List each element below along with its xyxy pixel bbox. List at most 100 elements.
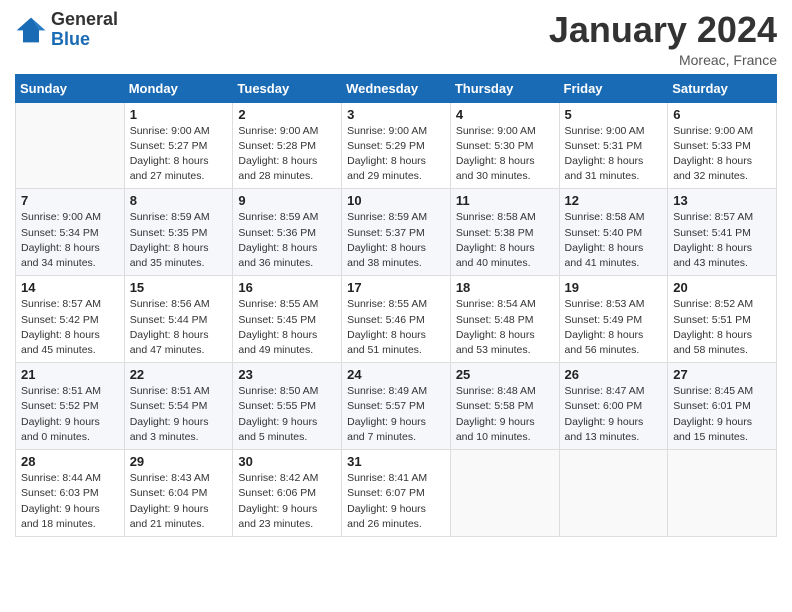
table-row: 22Sunrise: 8:51 AM Sunset: 5:54 PM Dayli… [124, 363, 233, 450]
day-info: Sunrise: 9:00 AM Sunset: 5:33 PM Dayligh… [673, 124, 771, 185]
daylight-text: Daylight: 9 hours and 3 minutes. [130, 416, 209, 443]
daylight-text: Daylight: 8 hours and 27 minutes. [130, 155, 209, 182]
logo: General Blue [15, 10, 118, 50]
table-row: 28Sunrise: 8:44 AM Sunset: 6:03 PM Dayli… [16, 450, 125, 537]
table-row: 4Sunrise: 9:00 AM Sunset: 5:30 PM Daylig… [450, 102, 559, 189]
sunrise-text: Sunrise: 9:00 AM [21, 211, 101, 223]
sunrise-text: Sunrise: 8:55 AM [238, 298, 318, 310]
col-saturday: Saturday [668, 74, 777, 102]
day-info: Sunrise: 9:00 AM Sunset: 5:27 PM Dayligh… [130, 124, 228, 185]
table-row: 9 Sunrise: 8:59 AM Sunset: 5:36 PM Daylig… [233, 189, 342, 276]
table-row: 5Sunrise: 9:00 AM Sunset: 5:31 PM Daylig… [559, 102, 668, 189]
daylight-text: Daylight: 9 hours and 13 minutes. [565, 416, 644, 443]
daylight-text: Daylight: 8 hours and 41 minutes. [565, 242, 644, 269]
sunset-text: Sunset: 5:34 PM [21, 227, 99, 239]
day-number: 9 [238, 193, 336, 208]
sunrise-text: Sunrise: 8:52 AM [673, 298, 753, 310]
table-row: 6Sunrise: 9:00 AM Sunset: 5:33 PM Daylig… [668, 102, 777, 189]
table-row: 20Sunrise: 8:52 AM Sunset: 5:51 PM Dayli… [668, 276, 777, 363]
daylight-text: Daylight: 8 hours and 45 minutes. [21, 329, 100, 356]
daylight-text: Daylight: 8 hours and 40 minutes. [456, 242, 535, 269]
calendar-week-row: 1 Sunrise: 9:00 AM Sunset: 5:27 PM Daylig… [16, 102, 777, 189]
calendar-header-row: Sunday Monday Tuesday Wednesday Thursday… [16, 74, 777, 102]
col-monday: Monday [124, 74, 233, 102]
sunrise-text: Sunrise: 9:00 AM [673, 125, 753, 137]
daylight-text: Daylight: 8 hours and 53 minutes. [456, 329, 535, 356]
sunrise-text: Sunrise: 9:00 AM [130, 125, 210, 137]
day-info: Sunrise: 8:42 AM Sunset: 6:06 PM Dayligh… [238, 471, 336, 532]
col-tuesday: Tuesday [233, 74, 342, 102]
day-number: 13 [673, 193, 771, 208]
day-info: Sunrise: 8:45 AM Sunset: 6:01 PM Dayligh… [673, 384, 771, 445]
table-row [668, 450, 777, 537]
table-row [16, 102, 125, 189]
header: General Blue January 2024 Moreac, France [15, 10, 777, 68]
sunset-text: Sunset: 6:03 PM [21, 487, 99, 499]
day-info: Sunrise: 8:59 AM Sunset: 5:36 PM Dayligh… [238, 210, 336, 271]
day-info: Sunrise: 8:54 AM Sunset: 5:48 PM Dayligh… [456, 297, 554, 358]
month-title: January 2024 [549, 10, 777, 50]
table-row: 23 Sunrise: 8:50 AM Sunset: 5:55 PM Dayli… [233, 363, 342, 450]
day-number: 30 [238, 454, 336, 469]
sunrise-text: Sunrise: 9:00 AM [456, 125, 536, 137]
title-block: January 2024 Moreac, France [549, 10, 777, 68]
daylight-text: Daylight: 9 hours and 10 minutes. [456, 416, 535, 443]
table-row: 11Sunrise: 8:58 AM Sunset: 5:38 PM Dayli… [450, 189, 559, 276]
day-number: 14 [21, 280, 119, 295]
day-info: Sunrise: 8:41 AM Sunset: 6:07 PM Dayligh… [347, 471, 445, 532]
daylight-text: Daylight: 9 hours and 23 minutes. [238, 503, 317, 530]
day-number: 12 [565, 193, 663, 208]
sunset-text: Sunset: 5:40 PM [565, 227, 643, 239]
sunrise-text: Sunrise: 8:58 AM [456, 211, 536, 223]
sunset-text: Sunset: 5:27 PM [130, 140, 208, 152]
day-number: 10 [347, 193, 445, 208]
table-row: 25 Sunrise: 8:48 AM Sunset: 5:58 PM Dayli… [450, 363, 559, 450]
table-row: 1 Sunrise: 9:00 AM Sunset: 5:27 PM Daylig… [124, 102, 233, 189]
daylight-text: Daylight: 8 hours and 29 minutes. [347, 155, 426, 182]
sunset-text: Sunset: 5:36 PM [238, 227, 316, 239]
sunrise-text: Sunrise: 8:49 AM [347, 385, 427, 397]
table-row: 29Sunrise: 8:43 AM Sunset: 6:04 PM Dayli… [124, 450, 233, 537]
daylight-text: Daylight: 9 hours and 21 minutes. [130, 503, 209, 530]
sunset-text: Sunset: 6:01 PM [673, 400, 751, 412]
calendar-week-row: 28Sunrise: 8:44 AM Sunset: 6:03 PM Dayli… [16, 450, 777, 537]
daylight-text: Daylight: 8 hours and 58 minutes. [673, 329, 752, 356]
day-info: Sunrise: 8:55 AM Sunset: 5:45 PM Dayligh… [238, 297, 336, 358]
day-number: 8 [130, 193, 228, 208]
day-info: Sunrise: 8:51 AM Sunset: 5:52 PM Dayligh… [21, 384, 119, 445]
sunset-text: Sunset: 5:48 PM [456, 314, 534, 326]
day-info: Sunrise: 8:49 AM Sunset: 5:57 PM Dayligh… [347, 384, 445, 445]
day-number: 18 [456, 280, 554, 295]
sunrise-text: Sunrise: 8:47 AM [565, 385, 645, 397]
sunset-text: Sunset: 5:46 PM [347, 314, 425, 326]
calendar-week-row: 14Sunrise: 8:57 AM Sunset: 5:42 PM Dayli… [16, 276, 777, 363]
day-number: 4 [456, 107, 554, 122]
day-number: 1 [130, 107, 228, 122]
sunrise-text: Sunrise: 9:00 AM [347, 125, 427, 137]
daylight-text: Daylight: 8 hours and 43 minutes. [673, 242, 752, 269]
sunrise-text: Sunrise: 8:59 AM [130, 211, 210, 223]
daylight-text: Daylight: 8 hours and 32 minutes. [673, 155, 752, 182]
sunrise-text: Sunrise: 8:59 AM [238, 211, 318, 223]
day-info: Sunrise: 8:53 AM Sunset: 5:49 PM Dayligh… [565, 297, 663, 358]
day-number: 25 [456, 367, 554, 382]
daylight-text: Daylight: 9 hours and 15 minutes. [673, 416, 752, 443]
sunrise-text: Sunrise: 8:51 AM [21, 385, 101, 397]
day-info: Sunrise: 8:50 AM Sunset: 5:55 PM Dayligh… [238, 384, 336, 445]
day-number: 29 [130, 454, 228, 469]
sunset-text: Sunset: 5:42 PM [21, 314, 99, 326]
sunset-text: Sunset: 5:58 PM [456, 400, 534, 412]
day-number: 23 [238, 367, 336, 382]
daylight-text: Daylight: 8 hours and 34 minutes. [21, 242, 100, 269]
day-number: 26 [565, 367, 663, 382]
calendar: Sunday Monday Tuesday Wednesday Thursday… [15, 74, 777, 537]
daylight-text: Daylight: 9 hours and 5 minutes. [238, 416, 317, 443]
sunset-text: Sunset: 6:06 PM [238, 487, 316, 499]
daylight-text: Daylight: 9 hours and 26 minutes. [347, 503, 426, 530]
day-info: Sunrise: 8:58 AM Sunset: 5:38 PM Dayligh… [456, 210, 554, 271]
sunrise-text: Sunrise: 8:48 AM [456, 385, 536, 397]
sunrise-text: Sunrise: 8:50 AM [238, 385, 318, 397]
sunset-text: Sunset: 5:33 PM [673, 140, 751, 152]
sunset-text: Sunset: 5:28 PM [238, 140, 316, 152]
day-info: Sunrise: 8:58 AM Sunset: 5:40 PM Dayligh… [565, 210, 663, 271]
